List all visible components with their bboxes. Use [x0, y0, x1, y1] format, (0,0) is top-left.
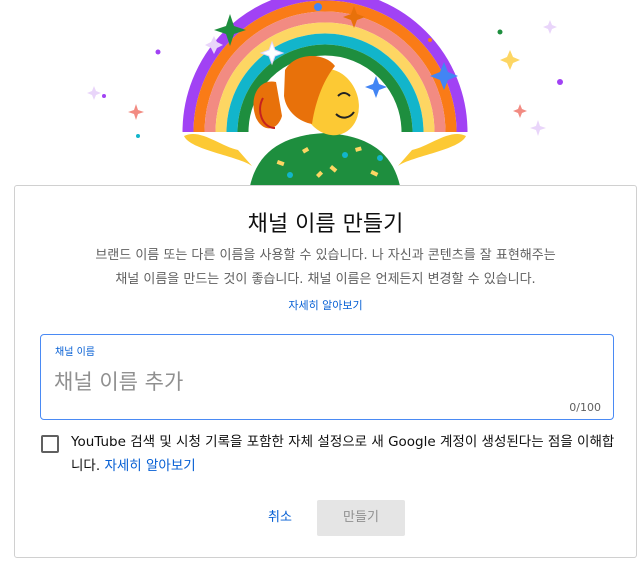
consent-checkbox[interactable]	[41, 435, 59, 453]
channel-name-input[interactable]	[54, 365, 554, 399]
rainbow-person-illustration	[87, 0, 563, 186]
channel-name-label: 채널 이름	[55, 347, 95, 358]
character-counter: 0/100	[569, 401, 601, 414]
description-line-2: 채널 이름을 만드는 것이 좋습니다. 채널 이름은 언제든지 변경할 수 있습…	[115, 272, 536, 287]
dialog-title: 채널 이름 만들기	[247, 212, 404, 237]
description-line-1: 브랜드 이름 또는 다른 이름을 사용할 수 있습니다. 나 자신과 콘텐츠를 …	[95, 248, 556, 263]
consent-text: YouTube 검색 및 시청 기록을 포함한 자체 설정으로 새 Google…	[71, 430, 619, 478]
cancel-button[interactable]: 취소	[258, 500, 302, 536]
channel-name-field[interactable]: 채널 이름 0/100	[40, 334, 614, 420]
create-button[interactable]: 만들기	[317, 500, 405, 536]
consent-learn-more-link[interactable]: 자세히 알아보기	[104, 458, 195, 474]
dialog-description: 브랜드 이름 또는 다른 이름을 사용할 수 있습니다. 나 자신과 콘텐츠를 …	[29, 244, 622, 292]
create-channel-dialog: 채널 이름 만들기 브랜드 이름 또는 다른 이름을 사용할 수 있습니다. 나…	[14, 185, 637, 558]
learn-more-link[interactable]: 자세히 알아보기	[15, 297, 636, 313]
